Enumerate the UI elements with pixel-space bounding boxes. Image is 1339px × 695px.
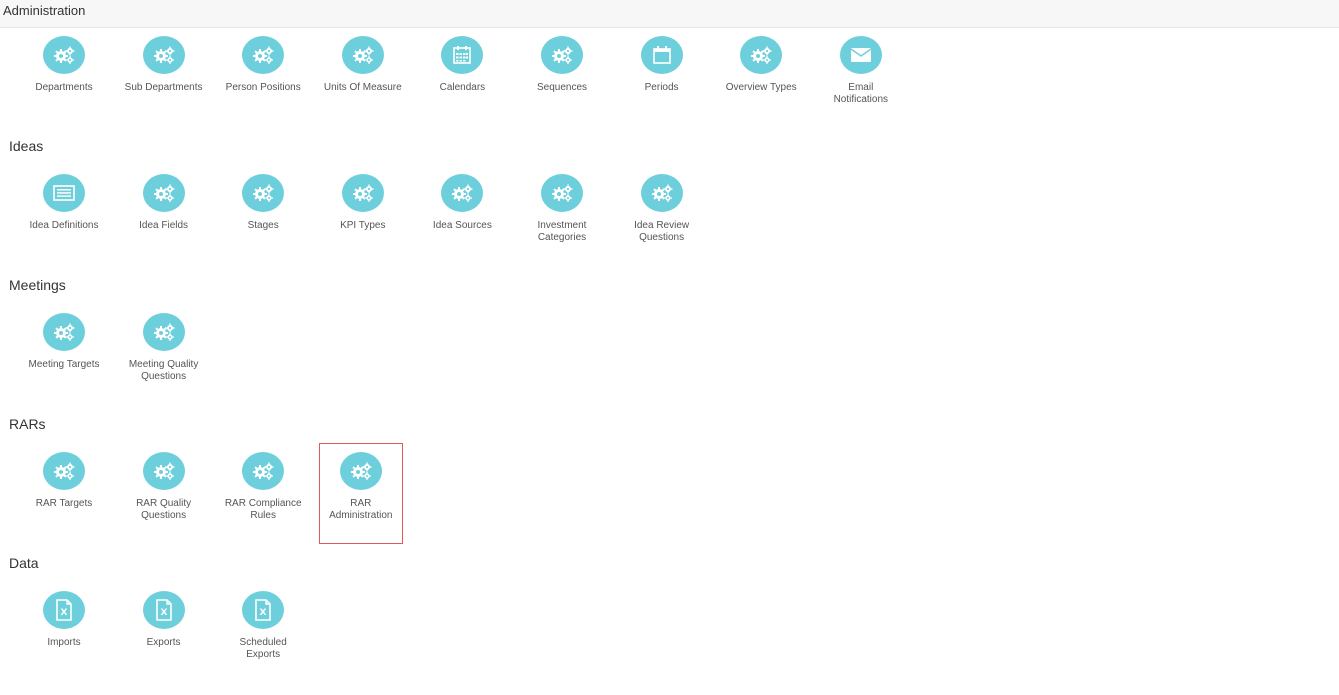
section-title: Meetings [9,277,66,293]
gears-icon [43,313,85,351]
admin-tile-meeting-targets[interactable]: Meeting Targets [22,313,106,371]
admin-tile-rar-compliance-rules[interactable]: RAR Compliance Rules [221,452,305,522]
gears-icon [242,36,285,74]
admin-tile-sub-departments[interactable]: Sub Departments [122,36,206,94]
admin-tile-calendars[interactable]: Calendars [420,36,504,94]
calendar-icon [640,36,683,74]
gears-icon [142,174,185,212]
tile-label: Idea Sources [432,220,492,231]
gears-icon [541,174,583,212]
admin-tile-kpi-types[interactable]: KPI Types [321,174,405,232]
list-icon [43,174,85,212]
admin-tile-meeting-quality-questions[interactable]: Meeting Quality Questions [122,313,206,383]
admin-tile-rar-administration[interactable]: RAR Administration [318,443,403,544]
admin-tile-idea-sources[interactable]: Idea Sources [420,174,504,232]
tile-label: Departments [35,82,93,93]
admin-tile-periods[interactable]: Periods [620,36,704,94]
gears-icon [142,452,185,490]
tile-label: KPI Types [340,220,386,231]
tile-label: Sequences [536,82,588,93]
admin-tile-rar-quality-questions[interactable]: RAR Quality Questions [122,452,206,522]
gears-icon [441,174,484,212]
admin-tile-scheduled-exports[interactable]: X Scheduled Exports [221,591,305,661]
gears-icon [740,36,783,74]
tile-label: Person Positions [225,82,301,93]
tile-label: Email Notifications [833,82,889,105]
gears-icon [339,452,382,490]
section-title: Data [9,555,39,571]
tile-label: Overview Types [725,82,797,93]
gears-icon [43,452,85,490]
tile-label: Idea Fields [139,220,189,231]
page-title: Administration [3,3,86,18]
gears-icon [43,36,85,74]
admin-tile-idea-definitions[interactable]: Idea Definitions [22,174,106,232]
admin-tile-idea-review-questions[interactable]: Idea Review Questions [620,174,704,244]
admin-tile-exports[interactable]: X Exports [122,591,206,649]
tile-label: Investment Categories [537,220,587,243]
tile-label: RAR Compliance Rules [224,498,302,521]
excel-file-icon: X [43,591,85,629]
gears-icon [640,174,683,212]
tile-label: Meeting Targets [28,359,100,370]
section-title: RARs [9,416,46,432]
tile-label: Sub Departments [124,82,203,93]
tile-label: Idea Definitions [29,220,99,231]
gears-icon [341,174,384,212]
admin-tile-person-positions[interactable]: Person Positions [221,36,305,94]
tile-label: Periods [644,82,679,93]
tile-label: Units Of Measure [323,82,402,93]
gears-icon [242,452,285,490]
tile-label: Exports [146,637,181,648]
tile-label: Calendars [439,82,486,93]
admin-tile-investment-categories[interactable]: Investment Categories [520,174,604,244]
svg-text:X: X [160,608,167,618]
admin-tile-sequences[interactable]: Sequences [520,36,604,94]
tile-label: RAR Quality Questions [136,498,192,521]
admin-tile-idea-fields[interactable]: Idea Fields [122,174,206,232]
admin-tile-overview-types[interactable]: Overview Types [719,36,803,94]
calendar-grid-icon [441,36,484,74]
svg-text:X: X [260,608,267,618]
admin-tile-rar-targets[interactable]: RAR Targets [22,452,106,510]
envelope-icon [839,36,882,74]
tile-label: Idea Review Questions [634,220,690,243]
excel-file-icon: X [242,591,285,629]
gears-icon [242,174,285,212]
admin-tile-departments[interactable]: Departments [22,36,106,94]
gears-icon [541,36,583,74]
gears-icon [341,36,384,74]
tile-label: Meeting Quality Questions [128,359,199,382]
admin-tile-stages[interactable]: Stages [221,174,305,232]
tile-label: Stages [247,220,279,231]
admin-tile-email-notifications[interactable]: Email Notifications [819,36,903,106]
gears-icon [142,36,185,74]
tile-label: Imports [47,637,81,648]
gears-icon [142,313,185,351]
admin-tile-imports[interactable]: X Imports [22,591,106,649]
tile-label: RAR Administration [329,498,393,521]
page-header: Administration [0,0,1339,28]
tile-label: Scheduled Exports [239,637,287,660]
svg-text:X: X [61,608,68,618]
admin-tile-units-of-measure[interactable]: Units Of Measure [321,36,405,94]
excel-file-icon: X [142,591,185,629]
section-title: Ideas [9,138,44,154]
tile-label: RAR Targets [35,498,93,509]
